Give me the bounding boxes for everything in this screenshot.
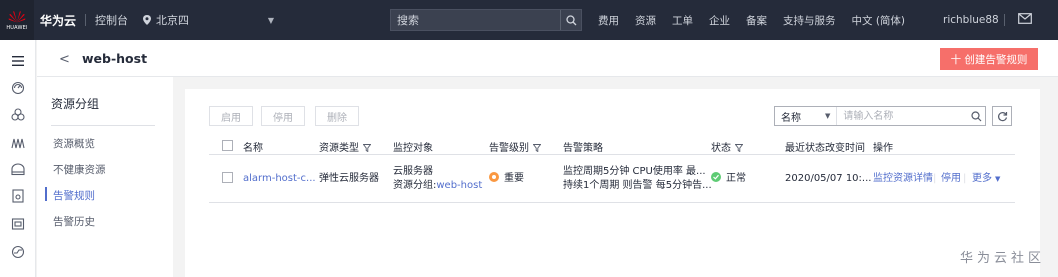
monitored-object-line2: 资源分组:web-host [393,179,482,192]
nav-tickets[interactable]: 工单 [672,13,693,28]
search-input[interactable] [391,10,560,30]
nav-icp[interactable]: 备案 [746,13,767,28]
console-link[interactable]: 控制台 [95,12,128,28]
disable-button[interactable]: 停用 [261,106,305,126]
menu-item-alarm-rules[interactable]: 告警规则 [53,188,95,203]
column-header-name[interactable]: 名称 [243,139,263,154]
back-icon[interactable]: < [59,52,70,67]
brand-name[interactable]: 华为云 [40,12,76,29]
nav-language[interactable]: 中文 (简体) [852,13,906,28]
filter-field-label: 名称 [781,112,801,124]
huawei-logo[interactable]: HUAWEI [0,0,34,40]
column-header-label: 告警级别 [489,143,529,154]
filter-icon[interactable] [735,144,743,152]
last-changed-cell: 2020/05/07 10:... [785,173,872,184]
alarm-policy-line2: 持续1个周期 则告警 每5分钟告... [563,180,712,191]
divider [1004,14,1005,26]
resource-group-icon[interactable] [11,108,25,122]
caret-down-icon: ▼ [995,175,1001,183]
alarm-level-label: 重要 [504,173,524,184]
top-bar: HUAWEI 华为云 控制台 北京四 ▼ 费用 资源 工单 企业 备案 支持与服… [0,0,1058,40]
column-header-alarm-policy: 告警策略 [563,143,603,154]
host-monitoring-icon[interactable] [11,136,25,150]
nav-resources[interactable]: 资源 [635,13,656,28]
column-header-last-changed: 最近状态改变时间 [785,143,865,154]
column-header-operations: 操作 [873,143,893,154]
resource-type-cell: 弹性云服务器 [319,173,379,184]
menu-item-alarm-history[interactable]: 告警历史 [53,214,95,229]
menu-item-unhealthy[interactable]: 不健康资源 [53,162,106,177]
location-pin-icon [143,15,152,25]
monitored-object-line1: 云服务器 [393,166,433,177]
huawei-flower-icon [8,10,26,22]
resource-group-label: 资源分组: [393,180,437,191]
search-filter: 名称 ▼ [774,106,986,126]
create-alarm-rule-button[interactable]: 十 创建告警规则 [940,48,1038,70]
check-circle-icon [711,172,721,182]
alarm-level-cell: 重要 [489,172,524,185]
cloud-service-icon[interactable] [11,162,25,176]
search-icon[interactable] [968,107,985,125]
search-icon[interactable] [561,10,581,30]
menu-icon[interactable] [11,54,25,68]
user-account[interactable]: richblue88 [943,0,999,40]
top-nav: 费用 资源 工单 企业 备案 支持与服务 中文 (简体) [598,0,921,40]
caret-down-icon: ▼ [267,15,275,25]
alarm-rule-name-link[interactable]: alarm-host-c... [243,172,316,185]
global-search[interactable] [390,9,582,31]
server-monitoring-icon[interactable] [11,217,25,231]
enable-button[interactable]: 启用 [209,106,253,126]
nav-support[interactable]: 支持与服务 [783,13,836,28]
more-label: 更多 [972,173,992,184]
logo-wordmark: HUAWEI [6,24,28,31]
watermark: 华为云社区 [960,251,1046,266]
dashboard-icon[interactable] [11,80,25,94]
select-all-checkbox[interactable] [222,140,233,151]
mail-icon[interactable] [1018,13,1032,24]
status-label: 正常 [726,173,746,184]
region-label: 北京四 [156,14,190,27]
filter-field-select[interactable]: 名称 ▼ [775,107,838,125]
alarm-rules-card: 启用 停用 删除 名称 ▼ 名称 资源类型 监控对象 告警级别 告警策略 状态 … [185,89,1040,277]
nav-billing[interactable]: 费用 [598,13,619,28]
column-header-monitored-object: 监控对象 [393,143,433,154]
more-dropdown[interactable]: 更多 ▼ [972,172,1000,186]
column-header-status[interactable]: 状态 [711,139,743,154]
alarm-icon[interactable] [11,189,25,203]
refresh-icon[interactable] [992,106,1012,126]
filter-input[interactable] [837,107,969,125]
column-header-alarm-level[interactable]: 告警级别 [489,139,541,154]
region-selector[interactable]: 北京四 ▼ [142,0,282,40]
resource-group-link[interactable]: web-host [436,180,482,191]
service-icon-bar [0,40,36,277]
important-level-icon [489,172,499,182]
resource-group-menu: 资源分组 资源概览 不健康资源 告警规则 告警历史 [37,77,173,277]
menu-item-overview[interactable]: 资源概览 [53,136,95,151]
row-checkbox[interactable] [222,172,233,183]
page-title: web-host [82,51,148,66]
nav-enterprise[interactable]: 企业 [709,13,730,28]
column-header-label: 资源类型 [319,143,359,154]
divider [209,154,1015,155]
caret-down-icon: ▼ [824,112,831,120]
column-header-resource-type[interactable]: 资源类型 [319,139,371,154]
divider: | [963,173,967,184]
monitor-details-link[interactable]: 监控资源详情 [873,172,933,185]
page-header: < web-host 十 创建告警规则 [37,40,1058,77]
divider: | [933,173,937,184]
filter-icon[interactable] [363,144,371,152]
log-monitoring-icon[interactable] [11,245,25,259]
disable-link[interactable]: 停用 [941,172,961,185]
column-header-label: 状态 [711,143,731,154]
divider [51,125,155,126]
menu-title: 资源分组 [51,97,100,111]
active-indicator [45,187,47,201]
alarm-policy-line1: 监控周期5分钟 CPU使用率 最... [563,166,706,177]
divider [85,14,87,26]
delete-button[interactable]: 删除 [315,106,359,126]
filter-icon[interactable] [533,144,541,152]
status-cell: 正常 [711,172,746,185]
divider [209,202,1015,203]
